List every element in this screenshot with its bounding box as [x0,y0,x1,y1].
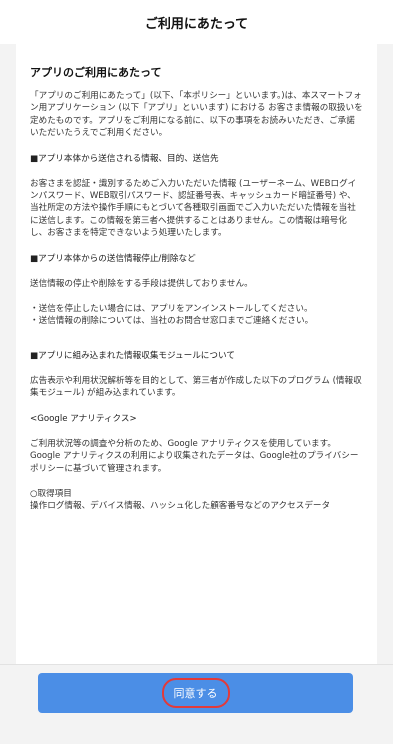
ga-heading: <Google アナリティクス> [30,413,137,424]
page-title: ご利用にあたって [144,16,249,32]
stop-delete-paragraph: 送信情報の停止や削除をする手段は提供しておりません。 [30,278,253,289]
ga-paragraph: ご利用状況等の調査や分析のため、Google アナリティクスを使用しています。G… [30,438,359,474]
items-paragraph: 操作ログ情報、デバイス情報、ハッシュ化した顧客番号などのアクセスデータ [30,501,331,512]
stop-delete-bullets: ・送信を停止したい場合には、アプリをアンインストールしてください。 ・送信情報の… [30,303,363,328]
section-heading-modules: ■アプリに組み込まれた情報収集モジュールについて [30,350,235,361]
policy-content[interactable]: アプリのご利用にあたって 「アプリのご利用にあたって」(以下、「本ポリシー」とい… [16,44,377,664]
agree-button-label: 同意する [161,678,230,708]
doc-title: アプリのご利用にあたって [30,66,162,79]
nav-bar: ご利用にあたって [0,0,393,44]
footer-bar: 同意する [0,664,393,744]
bullet-contact: ・送信情報の削除については、当社のお問合せ窓口までご連絡ください。 [30,316,314,327]
section-heading-stop-delete: ■アプリ本体からの送信情報停止/削除など [30,253,196,264]
sent-info-paragraph: お客さまを認証・識別するためご入力いただいた情報 (ユーザーネーム、WEBログイ… [30,178,357,239]
agree-button[interactable]: 同意する [38,673,353,713]
modules-paragraph: 広告表示や利用状況解析等を目的として、第三者が作成した以下のプログラム (情報収… [30,375,362,399]
section-heading-sent-info: ■アプリ本体から送信される情報、目的、送信先 [30,153,219,164]
intro-paragraph: 「アプリのご利用にあたって」(以下、「本ポリシー」といいます。)は、本スマートフ… [30,91,363,139]
app-screen: ご利用にあたって アプリのご利用にあたって 「アプリのご利用にあたって」(以下、… [0,0,393,744]
items-heading: ○取得項目 [30,488,72,499]
bullet-uninstall: ・送信を停止したい場合には、アプリをアンインストールしてください。 [30,304,313,315]
